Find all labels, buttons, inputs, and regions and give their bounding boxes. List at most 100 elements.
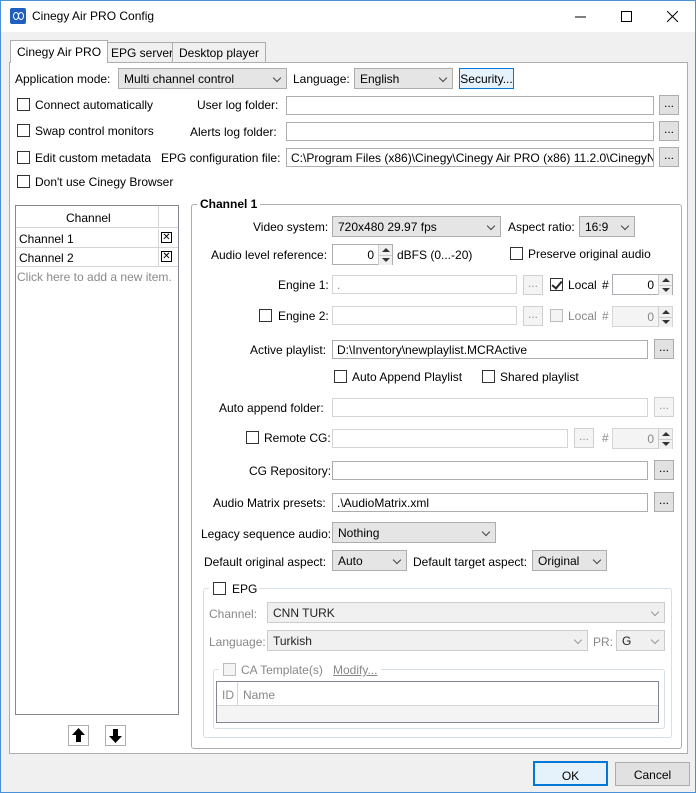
- channel-list[interactable]: Channel Channel 1 ✕ Channel 2 ✕ Click he…: [15, 205, 179, 715]
- shared-playlist-checkbox[interactable]: [482, 370, 495, 383]
- engine1-input[interactable]: .: [332, 275, 517, 294]
- app-mode-select[interactable]: Multi channel control: [118, 68, 287, 89]
- epg-pr-select[interactable]: G: [616, 630, 665, 651]
- move-up-button[interactable]: [68, 725, 89, 746]
- engine2-browse-button[interactable]: ...: [523, 306, 543, 326]
- audio-matrix-input[interactable]: .\AudioMatrix.xml: [332, 493, 648, 512]
- remote-cg-number-value: 0: [647, 432, 654, 446]
- default-target-aspect-select[interactable]: Original: [532, 550, 607, 571]
- swap-monitors-label: Swap control monitors: [35, 124, 154, 138]
- spin-down-icon[interactable]: [378, 255, 392, 265]
- video-system-label: Video system:: [253, 220, 329, 234]
- chevron-down-icon: [486, 221, 496, 231]
- engine1-browse-button[interactable]: ...: [523, 275, 543, 295]
- channel-column-header[interactable]: Channel: [66, 211, 111, 225]
- engine2-number-spinner[interactable]: 0: [612, 306, 673, 327]
- list-item[interactable]: Channel 2 ✕: [16, 248, 178, 267]
- add-item-hint[interactable]: Click here to add a new item.: [17, 270, 172, 284]
- preserve-audio-checkbox[interactable]: [510, 247, 523, 260]
- tab-epg-server[interactable]: EPG server: [104, 42, 181, 62]
- remote-cg-browse-button[interactable]: ...: [574, 428, 594, 448]
- spin-up-icon[interactable]: [658, 275, 672, 285]
- epg-checkbox[interactable]: [213, 582, 226, 595]
- engine1-local-label: Local: [568, 278, 597, 292]
- active-playlist-input[interactable]: D:\Inventory\newplaylist.MCRActive: [332, 340, 648, 359]
- auto-append-playlist-checkbox[interactable]: [334, 370, 347, 383]
- active-playlist-browse-button[interactable]: ...: [654, 339, 674, 359]
- audio-level-spinner[interactable]: 0: [332, 244, 393, 265]
- list-item[interactable]: Channel 1 ✕: [16, 229, 178, 248]
- default-target-aspect-label: Default target aspect:: [413, 555, 528, 569]
- connect-auto-checkbox[interactable]: [17, 98, 30, 111]
- engine2-label: Engine 2:: [278, 309, 329, 323]
- user-log-browse-button[interactable]: ...: [659, 95, 679, 115]
- alerts-log-input[interactable]: [286, 122, 654, 141]
- tab-cinegy-air-pro[interactable]: Cinegy Air PRO: [10, 40, 109, 63]
- remote-cg-label: Remote CG:: [264, 431, 331, 445]
- modify-link[interactable]: Modify...: [333, 663, 377, 677]
- engine1-number-spinner[interactable]: 0: [612, 274, 673, 295]
- epg-config-input[interactable]: C:\Program Files (x86)\Cinegy\Cinegy Air…: [286, 148, 654, 167]
- cg-repo-input[interactable]: [332, 461, 648, 480]
- dont-use-browser-checkbox[interactable]: [17, 175, 30, 188]
- spin-down-icon[interactable]: [658, 317, 672, 327]
- auto-append-folder-browse-button[interactable]: ...: [654, 397, 674, 417]
- remote-cg-input[interactable]: [332, 429, 568, 448]
- remote-cg-hash-label: #: [602, 431, 609, 445]
- spin-up-icon[interactable]: [658, 429, 672, 439]
- alerts-log-label: Alerts log folder:: [190, 125, 277, 139]
- spin-up-icon[interactable]: [378, 245, 392, 255]
- language-value: English: [360, 72, 400, 86]
- column-divider: [158, 206, 159, 228]
- delete-channel-icon[interactable]: ✕: [161, 251, 172, 262]
- swap-monitors-checkbox[interactable]: [17, 124, 30, 137]
- edit-metadata-checkbox[interactable]: [17, 151, 30, 164]
- chevron-down-icon: [592, 555, 602, 565]
- alerts-log-browse-button[interactable]: ...: [659, 121, 679, 141]
- security-button[interactable]: Security...: [459, 68, 514, 89]
- language-select[interactable]: English: [354, 68, 453, 89]
- minimize-button[interactable]: [557, 1, 603, 32]
- spin-down-icon[interactable]: [658, 439, 672, 449]
- ca-template-checkbox[interactable]: [223, 663, 236, 676]
- engine2-checkbox[interactable]: [259, 309, 272, 322]
- epg-config-browse-button[interactable]: ...: [659, 147, 679, 167]
- epg-channel-label: Channel:: [209, 607, 258, 621]
- tab-desktop-player[interactable]: Desktop player: [172, 42, 267, 62]
- ca-col-id[interactable]: ID: [222, 688, 234, 702]
- chevron-down-icon: [272, 73, 282, 83]
- window: Cinegy Air PRO Config Cinegy Air PRO EPG…: [0, 0, 696, 793]
- legacy-audio-select[interactable]: Nothing: [332, 522, 496, 543]
- epg-language-select[interactable]: Turkish: [267, 630, 588, 651]
- engine2-input[interactable]: [332, 306, 517, 325]
- arrow-down-icon: [109, 729, 122, 743]
- app-mode-label: Application mode:: [15, 72, 111, 86]
- epg-pr-value: G: [622, 634, 632, 648]
- remote-cg-checkbox[interactable]: [246, 431, 259, 444]
- engine1-local-checkbox[interactable]: [550, 278, 563, 291]
- default-orig-aspect-select[interactable]: Auto: [332, 550, 407, 571]
- default-orig-aspect-value: Auto: [338, 554, 363, 568]
- spin-up-icon[interactable]: [658, 307, 672, 317]
- aspect-ratio-select[interactable]: 16:9: [579, 216, 635, 237]
- engine2-local-checkbox[interactable]: [550, 309, 563, 322]
- remote-cg-number-spinner[interactable]: 0: [612, 428, 673, 449]
- maximize-icon: [620, 11, 632, 22]
- epg-channel-select[interactable]: CNN TURK: [267, 602, 665, 623]
- connect-auto-label: Connect automatically: [35, 98, 154, 112]
- video-system-select[interactable]: 720x480 29.97 fps: [332, 216, 501, 237]
- close-button[interactable]: [649, 1, 695, 32]
- user-log-input[interactable]: [286, 96, 654, 115]
- maximize-button[interactable]: [603, 1, 649, 32]
- delete-channel-icon[interactable]: ✕: [161, 232, 172, 243]
- chevron-down-icon: [650, 607, 660, 617]
- auto-append-folder-input[interactable]: [332, 398, 648, 417]
- spin-down-icon[interactable]: [658, 285, 672, 295]
- move-down-button[interactable]: [105, 725, 126, 746]
- audio-matrix-browse-button[interactable]: ...: [654, 492, 674, 512]
- cg-repo-browse-button[interactable]: ...: [654, 460, 674, 480]
- edit-metadata-label: Edit custom metadata: [35, 151, 152, 165]
- ok-button[interactable]: OK: [533, 761, 608, 786]
- ca-col-name[interactable]: Name: [243, 688, 275, 702]
- cancel-button[interactable]: Cancel: [615, 762, 690, 786]
